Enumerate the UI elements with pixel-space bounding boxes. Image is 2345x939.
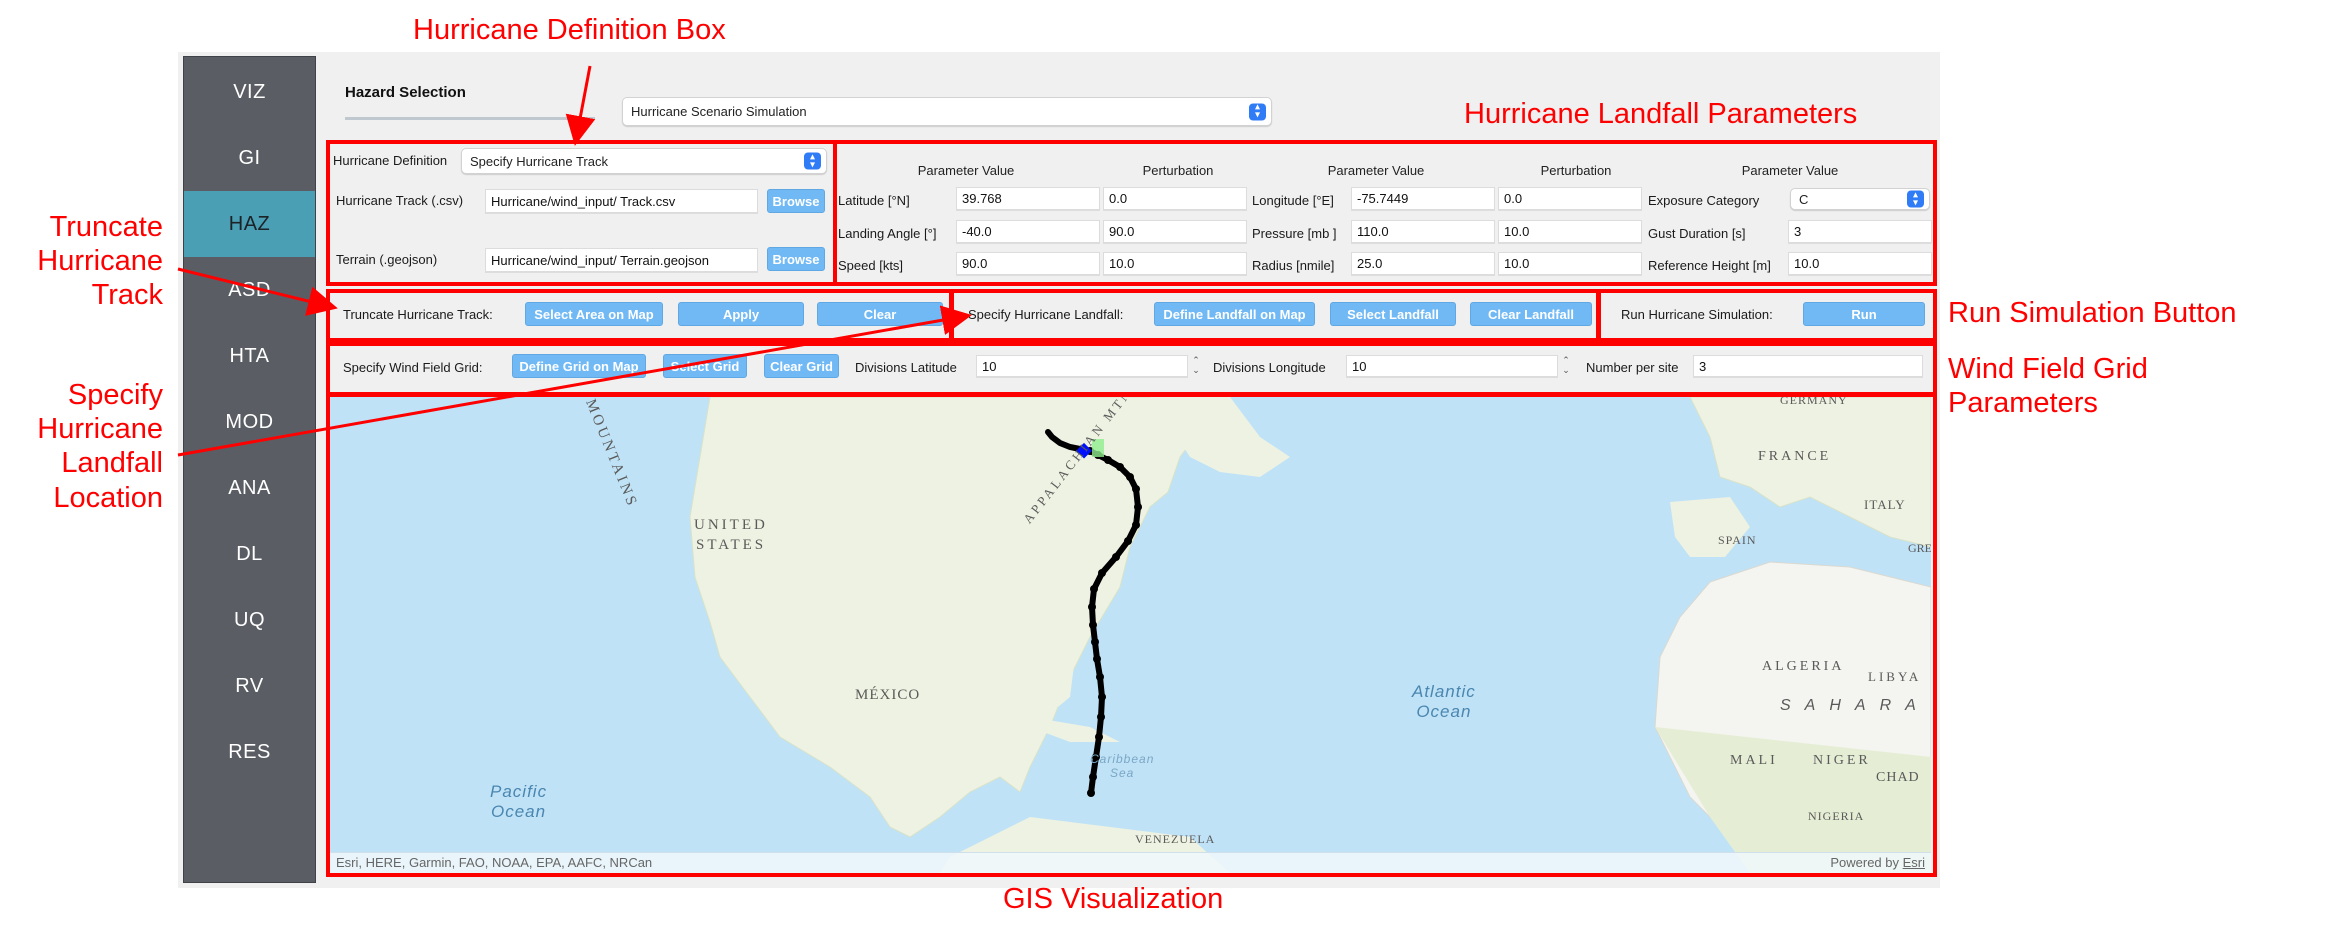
arrow-definition-box <box>565 65 596 146</box>
arrow-truncate <box>177 267 338 316</box>
arrow-specify-landfall <box>177 305 972 457</box>
annotation-arrows <box>177 65 972 457</box>
